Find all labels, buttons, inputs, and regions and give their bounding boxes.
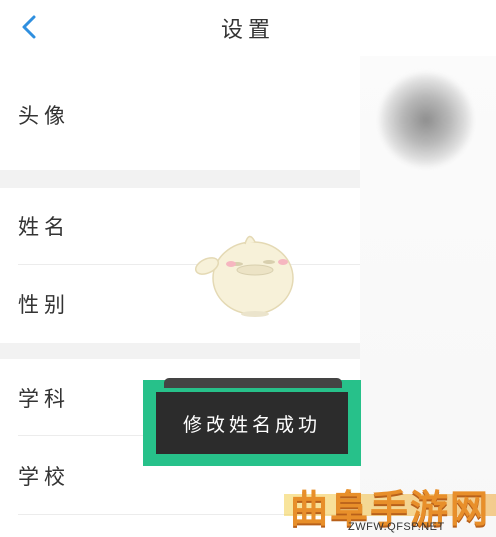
gender-label: 性别 (18, 293, 70, 317)
watermark-url: ZWFW.QFSP.NET (348, 521, 445, 533)
subject-label: 学科 (18, 387, 70, 411)
toast-shadow (164, 378, 342, 388)
section-gap (0, 170, 360, 188)
avatar-label: 头像 (18, 104, 70, 128)
toast-message: 修改姓名成功 (156, 392, 348, 454)
mascot-sticker (194, 235, 294, 317)
watermark: 曲阜手游网 ZWFW.QFSP.NET (284, 478, 496, 537)
avatar[interactable] (378, 72, 474, 168)
toast-text: 修改姓名成功 (182, 413, 321, 436)
section-gap (0, 343, 360, 359)
top-bar: 设置 (0, 0, 496, 56)
school-label: 学校 (18, 465, 70, 489)
name-label: 姓名 (18, 215, 70, 239)
page-title: 设置 (220, 18, 275, 43)
